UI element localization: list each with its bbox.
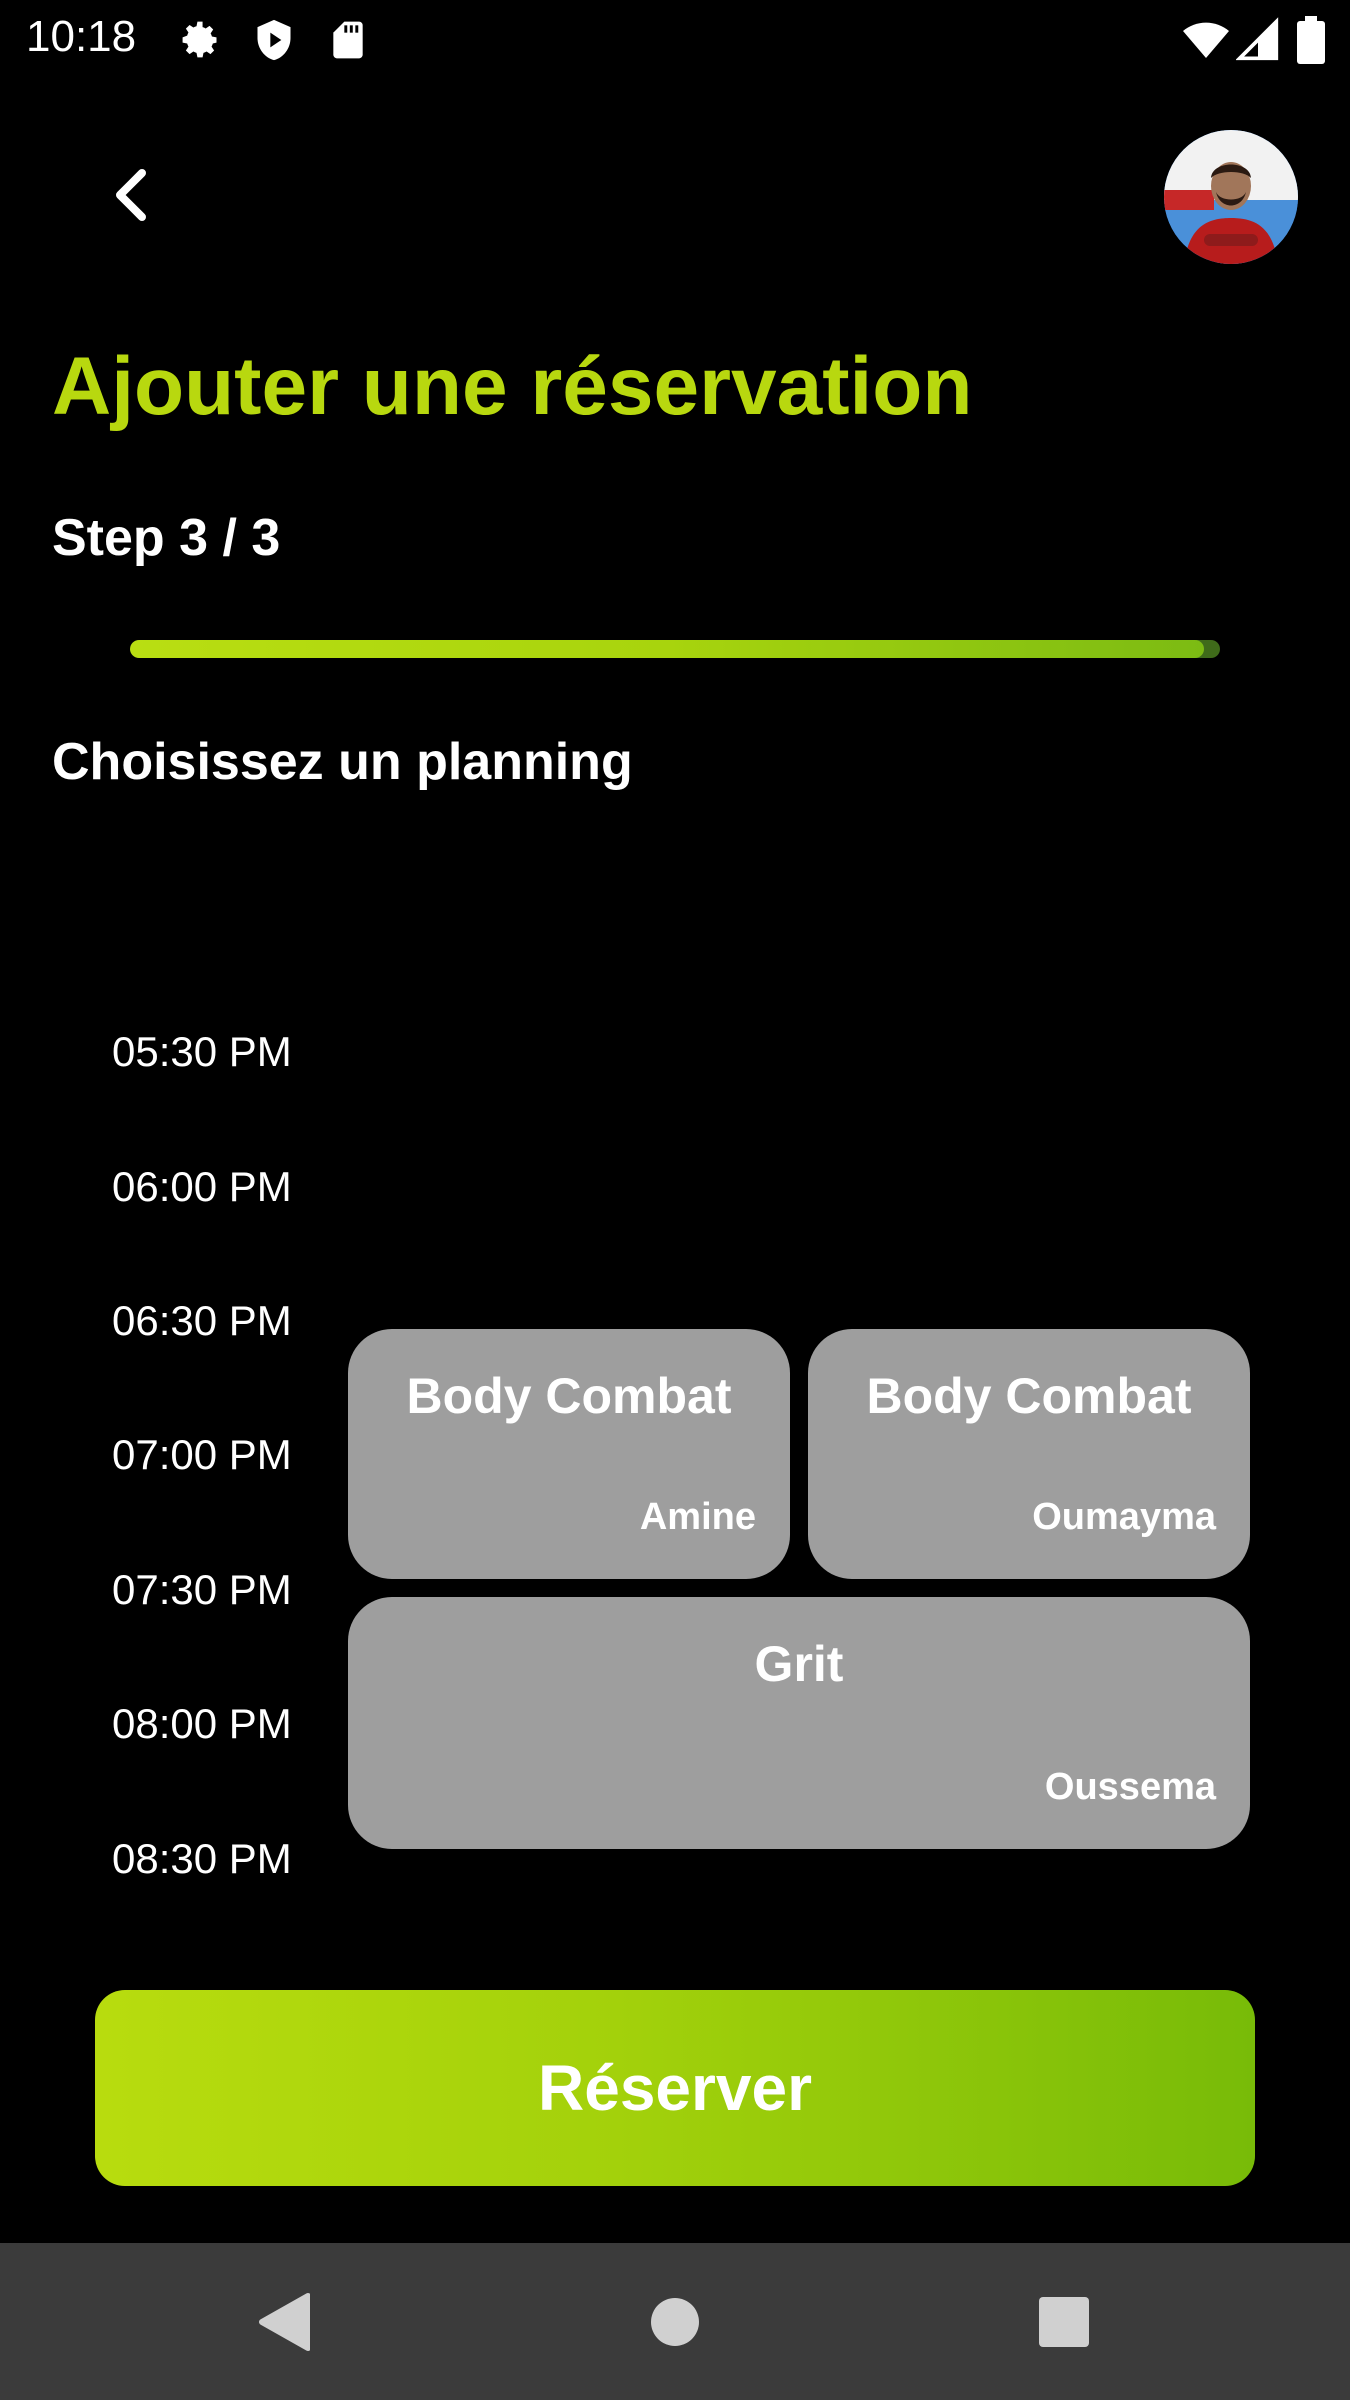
avatar-photo (1164, 130, 1298, 264)
battery-icon (1297, 16, 1325, 64)
time-label: 05:30 PM (112, 1028, 292, 1075)
step-indicator: Step 3 / 3 (52, 509, 281, 567)
time-label: 08:00 PM (112, 1700, 292, 1747)
reserve-button[interactable]: Réserver (95, 1990, 1255, 2186)
event-coach: Amine (639, 1496, 756, 1538)
time-label: 06:30 PM (112, 1297, 292, 1344)
signal-icon (1236, 17, 1279, 61)
chevron-left-icon (116, 169, 146, 221)
event-title: Body Combat (866, 1368, 1192, 1424)
progress-bar (130, 640, 1220, 658)
recents-square-icon (1039, 2296, 1089, 2347)
home-circle-icon (651, 2297, 699, 2346)
time-label: 08:30 PM (112, 1835, 292, 1882)
page-title: Ajouter une réservation (52, 341, 973, 432)
wifi-icon (1183, 22, 1229, 59)
nav-back-button[interactable] (208, 2243, 358, 2400)
system-navigation-bar (0, 2243, 1350, 2400)
time-label: 07:30 PM (112, 1566, 292, 1613)
gear-icon (182, 21, 217, 58)
event-card-body-combat-oumayma[interactable]: Body Combat Oumayma (808, 1329, 1250, 1579)
screen: 10:18 Ajouter une réservation Step 3 / 3… (0, 0, 1350, 2400)
back-triangle-icon (259, 2292, 310, 2351)
event-card-grit-oussema[interactable]: Grit Oussema (348, 1597, 1250, 1849)
section-title: Choisissez un planning (52, 733, 633, 791)
progress-fill (130, 640, 1204, 658)
nav-recents-button[interactable] (989, 2243, 1139, 2400)
event-title: Body Combat (406, 1368, 732, 1424)
time-label: 06:00 PM (112, 1163, 292, 1210)
shield-play-icon (257, 19, 291, 61)
sd-card-icon (333, 21, 363, 59)
event-title: Grit (754, 1636, 844, 1692)
nav-home-button[interactable] (600, 2243, 750, 2400)
event-coach: Oumayma (1032, 1496, 1216, 1538)
event-card-body-combat-amine[interactable]: Body Combat Amine (348, 1329, 790, 1579)
status-time: 10:18 (26, 12, 137, 61)
event-coach: Oussema (1044, 1766, 1216, 1808)
back-button[interactable] (90, 155, 170, 235)
status-bar: 10:18 (0, 0, 1350, 80)
user-avatar[interactable] (1164, 130, 1298, 264)
time-label: 07:00 PM (112, 1431, 292, 1478)
reserve-button-label: Réserver (538, 2052, 812, 2124)
